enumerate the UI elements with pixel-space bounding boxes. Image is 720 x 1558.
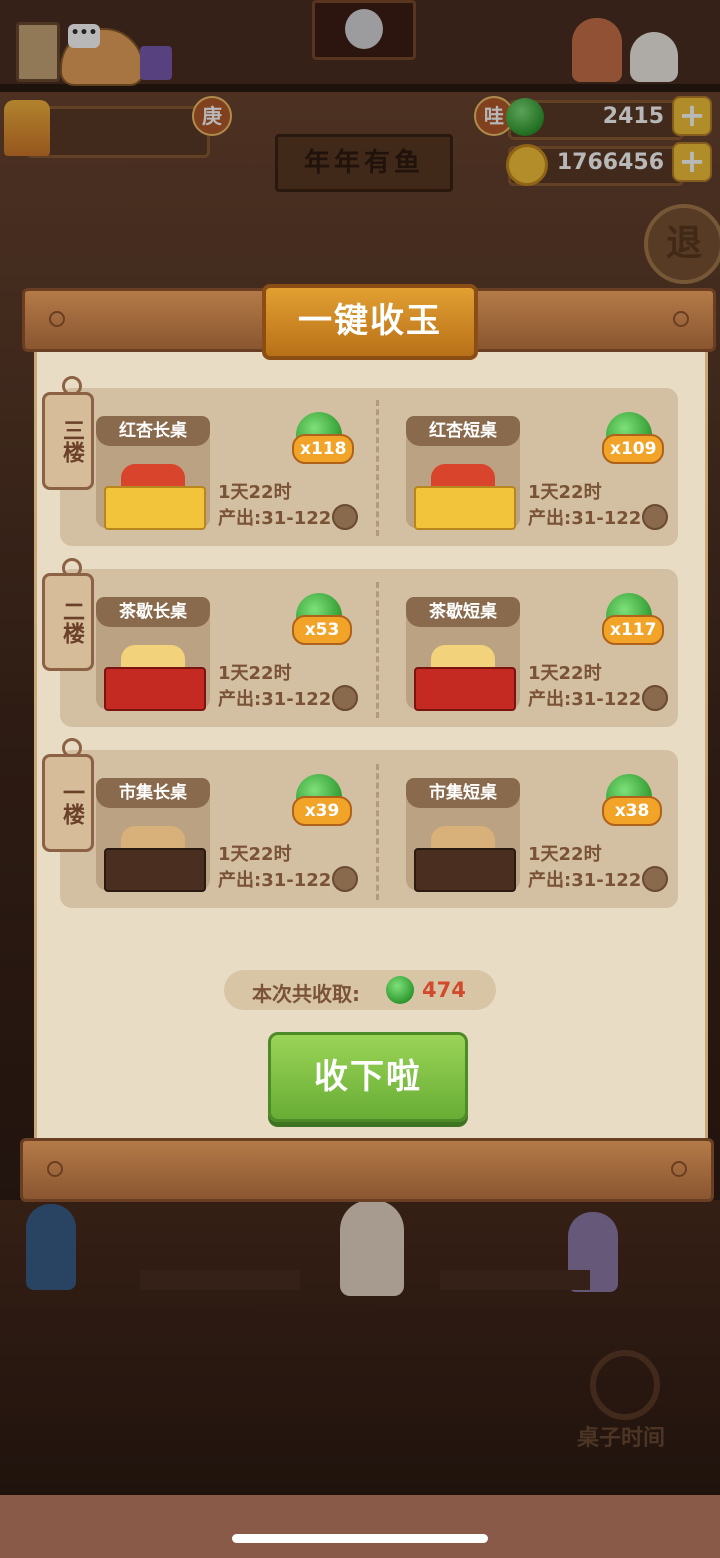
- jade-count-badge: x109: [602, 434, 665, 464]
- modal-title: 一键收玉: [262, 284, 478, 360]
- table-output: 产出:31-122: [218, 508, 332, 529]
- total-collected-pill: 本次共收取: 474: [224, 970, 496, 1010]
- table-icon: [104, 848, 206, 892]
- table-icon: [104, 667, 206, 711]
- table-entry: 市集短桌 x38 1天22时产出:31-122: [406, 766, 676, 896]
- table-output: 产出:31-122: [218, 870, 332, 891]
- table-entry: 茶歇短桌 x117 1天22时产出:31-122: [406, 585, 676, 715]
- bottom-board: [20, 1138, 714, 1202]
- home-indicator[interactable]: [232, 1534, 488, 1543]
- total-value: 474: [422, 978, 466, 1002]
- jade-gem-icon: [386, 976, 414, 1004]
- table-timer: 1天22时: [218, 663, 292, 684]
- total-label: 本次共收取:: [252, 982, 360, 1006]
- table-entry: 茶歇长桌 x53 1天22时产出:31-122: [96, 585, 366, 715]
- jade-count-badge: x38: [602, 796, 662, 826]
- seed-icon: [332, 504, 358, 530]
- table-output: 产出:31-122: [528, 870, 642, 891]
- table-timer: 1天22时: [528, 844, 602, 865]
- jade-count-badge: x53: [292, 615, 352, 645]
- table-timer: 1天22时: [218, 482, 292, 503]
- seed-icon: [642, 866, 668, 892]
- nail-icon: [673, 311, 689, 327]
- table-timer: 1天22时: [528, 482, 602, 503]
- floor-tag: 三楼: [42, 392, 94, 490]
- table-entry: 红杏短桌 x109 1天22时产出:31-122: [406, 404, 676, 534]
- table-name: 红杏短桌: [406, 416, 520, 446]
- table-output: 产出:31-122: [528, 689, 642, 710]
- nail-icon: [49, 311, 65, 327]
- seed-icon: [332, 685, 358, 711]
- divider: [376, 400, 379, 536]
- divider: [376, 764, 379, 900]
- floor-tag: 二楼: [42, 573, 94, 671]
- table-icon: [414, 848, 516, 892]
- table-timer: 1天22时: [218, 844, 292, 865]
- seed-icon: [642, 685, 668, 711]
- jade-count-badge: x118: [292, 434, 355, 464]
- jade-count-badge: x39: [292, 796, 352, 826]
- divider: [376, 582, 379, 718]
- table-icon: [414, 667, 516, 711]
- table-icon: [414, 486, 516, 530]
- nail-icon: [671, 1161, 687, 1177]
- nail-icon: [47, 1161, 63, 1177]
- table-name: 红杏长桌: [96, 416, 210, 446]
- table-name: 茶歇长桌: [96, 597, 210, 627]
- collect-button[interactable]: 收下啦: [268, 1032, 468, 1122]
- table-output: 产出:31-122: [528, 508, 642, 529]
- table-name: 茶歇短桌: [406, 597, 520, 627]
- table-output: 产出:31-122: [218, 689, 332, 710]
- table-entry: 红杏长桌 x118 1天22时产出:31-122: [96, 404, 366, 534]
- jade-count-badge: x117: [602, 615, 665, 645]
- floor-tag: 一楼: [42, 754, 94, 852]
- table-entry: 市集长桌 x39 1天22时产出:31-122: [96, 766, 366, 896]
- seed-icon: [332, 866, 358, 892]
- table-timer: 1天22时: [528, 663, 602, 684]
- seed-icon: [642, 504, 668, 530]
- table-name: 市集短桌: [406, 778, 520, 808]
- bottom-bar: [0, 1495, 720, 1558]
- table-icon: [104, 486, 206, 530]
- table-name: 市集长桌: [96, 778, 210, 808]
